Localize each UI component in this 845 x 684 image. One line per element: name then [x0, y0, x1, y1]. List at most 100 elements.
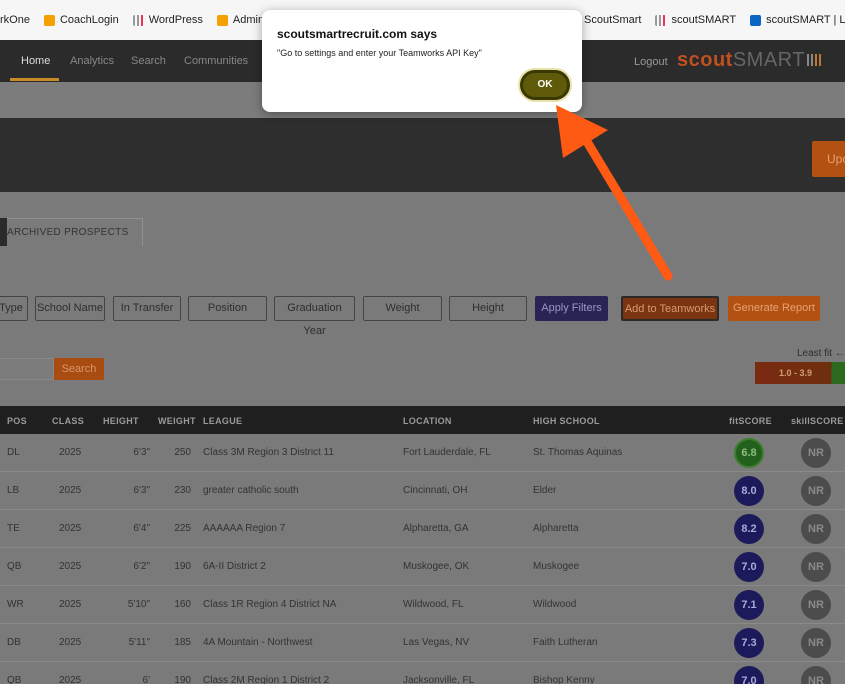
table-row[interactable]: LB 2025 6'3" 230 greater catholic south Cinci… — [0, 472, 845, 510]
fitscore-badge[interactable]: 8.2 — [734, 514, 764, 544]
skillscore-badge[interactable]: NR — [801, 476, 831, 506]
table-row[interactable]: DB 2025 5'11" 185 4A Mountain - Northwest Las… — [0, 624, 845, 662]
cell-location: Jacksonville, FL — [403, 675, 475, 684]
bookmark-coachlogin[interactable]: CoachLogin — [43, 14, 119, 26]
search-input[interactable] — [0, 358, 54, 380]
cell-high-school: Muskogee — [533, 561, 580, 572]
cell-high-school: Elder — [533, 485, 557, 496]
logo-text-scout: scout — [677, 49, 733, 71]
bookmark-scoutsmart-2[interactable]: scoutSMART — [655, 14, 736, 26]
table-row[interactable]: WR 2025 5'10" 160 Class 1R Region 4 District… — [0, 586, 845, 624]
cell-league: 4A Mountain - Northwest — [203, 637, 313, 648]
tab-archived-prospects[interactable]: ARCHIVED PROSPECTS — [7, 218, 143, 246]
cell-pos: QB — [7, 561, 22, 572]
nav-active-indicator — [10, 78, 59, 81]
table-row[interactable]: DL 2025 6'3" 250 Class 3M Region 3 District … — [0, 434, 845, 472]
skillscore-badge[interactable]: NR — [801, 552, 831, 582]
skillscore-badge[interactable]: NR — [801, 628, 831, 658]
cell-pos: QB — [7, 675, 22, 684]
bars-icon — [132, 14, 144, 26]
col-high-school[interactable]: HIGH SCHOOL — [533, 416, 600, 426]
table-row[interactable]: QB 2025 6' 190 Class 2M Region 1 District 2 J… — [0, 662, 845, 684]
nav-home[interactable]: Home — [21, 55, 50, 67]
skillscore-badge[interactable]: NR — [801, 438, 831, 468]
filter-position[interactable]: Position — [188, 296, 267, 321]
dialog-ok-button[interactable]: OK — [520, 70, 570, 100]
cell-class: 2025 — [59, 675, 82, 684]
fitscore-badge[interactable]: 6.8 — [734, 438, 764, 468]
cell-class: 2025 — [59, 561, 82, 572]
table-row[interactable]: QB 2025 6'2" 190 6A-II District 2 Muskogee, O… — [0, 548, 845, 586]
col-pos[interactable]: POS — [7, 416, 27, 426]
cell-pos: LB — [7, 485, 20, 496]
fit-scale-label: Least fit ← — [797, 348, 845, 359]
col-location[interactable]: LOCATION — [403, 416, 452, 426]
skillscore-badge[interactable]: NR — [801, 666, 831, 684]
col-height[interactable]: HEIGHT — [103, 416, 139, 426]
bookmark-0[interactable]: rkOne — [0, 14, 30, 26]
nav-communities[interactable]: Communities — [184, 55, 248, 67]
cell-weight: 230 — [174, 485, 191, 496]
bookmark-label: WordPress — [148, 14, 203, 26]
bookmark-icon — [216, 14, 228, 26]
col-weight[interactable]: WEIGHT — [158, 416, 196, 426]
generate-report-button[interactable]: Generate Report — [728, 296, 820, 321]
bookmark-scoutsmart[interactable]: ScoutSmart — [584, 14, 641, 26]
cell-class: 2025 — [59, 599, 82, 610]
bookmark-wordpress[interactable]: WordPress — [132, 14, 203, 26]
cell-league: Class 3M Region 3 District 11 — [203, 447, 334, 458]
fitscore-badge[interactable]: 7.0 — [734, 552, 764, 582]
cell-weight: 185 — [174, 637, 191, 648]
app-logo: scoutSMART — [677, 49, 823, 72]
col-fitscore[interactable]: fitSCORE — [729, 416, 772, 426]
cell-class: 2025 — [59, 637, 82, 648]
filter-in-transfer[interactable]: In Transfer — [113, 296, 181, 321]
cell-weight: 190 — [174, 561, 191, 572]
tab-active[interactable] — [0, 218, 7, 246]
fit-scale-label-text: Least fit — [797, 348, 833, 359]
bookmark-label: scoutSMART — [671, 14, 737, 26]
nav-search[interactable]: Search — [131, 55, 166, 67]
col-skillscore[interactable]: skillSCORE — [791, 416, 844, 426]
cell-location: Muskogee, OK — [403, 561, 470, 572]
dialog-message: "Go to settings and enter your Teamworks… — [277, 48, 482, 58]
fitscore-badge[interactable]: 7.3 — [734, 628, 764, 658]
cell-height: 6'4" — [133, 523, 150, 534]
bookmark-label: scoutSMART | Linke... — [766, 14, 845, 26]
filter-school-name[interactable]: School Name — [35, 296, 105, 321]
cell-high-school: Bishop Kenny — [533, 675, 595, 684]
table-row[interactable]: TE 2025 6'4" 225 AAAAAA Region 7 Alpharetta, … — [0, 510, 845, 548]
cell-pos: WR — [7, 599, 24, 610]
apply-filters-button[interactable]: Apply Filters — [535, 296, 608, 321]
cell-height: 6'3" — [133, 485, 150, 496]
add-to-teamworks-button[interactable]: Add to Teamworks — [621, 296, 719, 321]
cell-height: 6' — [142, 675, 150, 684]
logout-link[interactable]: Logout — [634, 56, 668, 68]
filter-graduation-year[interactable]: Graduation Year — [274, 296, 355, 337]
filter-type[interactable]: Type — [0, 296, 28, 321]
col-class[interactable]: CLASS — [52, 416, 84, 426]
fitscore-badge[interactable]: 7.1 — [734, 590, 764, 620]
upgrade-button[interactable]: Upc — [812, 141, 845, 177]
bookmark-linkedin[interactable]: scoutSMART | Linke... — [750, 14, 845, 26]
filter-weight[interactable]: Weight — [363, 296, 442, 321]
fitscore-badge[interactable]: 8.0 — [734, 476, 764, 506]
skillscore-badge[interactable]: NR — [801, 514, 831, 544]
cell-pos: TE — [7, 523, 20, 534]
filter-height[interactable]: Height — [449, 296, 527, 321]
skillscore-badge[interactable]: NR — [801, 590, 831, 620]
cell-weight: 190 — [174, 675, 191, 684]
fit-scale-range: 1.0 - 3.9 — [779, 368, 813, 378]
tab-archived-label: ARCHIVED PROSPECTS — [7, 227, 129, 238]
search-button[interactable]: Search — [54, 358, 104, 380]
fitscore-badge[interactable]: 7.0 — [734, 666, 764, 684]
cell-height: 6'2" — [133, 561, 150, 572]
cell-height: 5'10" — [127, 599, 150, 610]
nav-analytics[interactable]: Analytics — [70, 55, 114, 67]
cell-class: 2025 — [59, 447, 82, 458]
bookmark-icon — [43, 14, 55, 26]
cell-weight: 225 — [174, 523, 191, 534]
cell-location: Alpharetta, GA — [403, 523, 469, 534]
col-league[interactable]: LEAGUE — [203, 416, 242, 426]
cell-weight: 160 — [174, 599, 191, 610]
